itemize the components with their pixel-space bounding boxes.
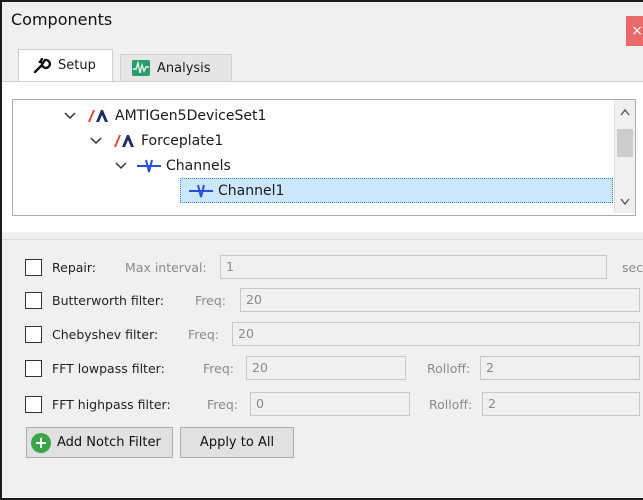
fft-highpass-freq-field[interactable]: 0	[250, 392, 410, 416]
tree-item-channel1[interactable]: Channel1	[180, 178, 613, 203]
fft-lowpass-row: FFT lowpass filter: Freq: 20 Rolloff: 2	[2, 356, 643, 382]
tree-scrollbar[interactable]	[614, 100, 635, 213]
chevron-down-icon[interactable]	[114, 159, 128, 173]
fft-lowpass-freq-field[interactable]: 20	[246, 356, 406, 380]
fft-lowpass-rolloff-field[interactable]: 2	[480, 356, 640, 380]
tab-analysis-label: Analysis	[157, 60, 211, 76]
tab-setup[interactable]: Setup	[18, 49, 113, 81]
tree-item-label: AMTIGen5DeviceSet1	[115, 107, 267, 124]
freq-label: Freq:	[207, 397, 238, 412]
add-notch-filter-button[interactable]: + Add Notch Filter	[26, 427, 173, 458]
chebyshev-freq-field[interactable]: 20	[232, 322, 640, 346]
signal-icon	[137, 158, 161, 174]
max-interval-field[interactable]: 1	[220, 255, 607, 279]
fft-highpass-row: FFT highpass filter: Freq: 0 Rolloff: 2	[2, 392, 643, 418]
fft-lowpass-label: FFT lowpass filter:	[52, 361, 165, 376]
fft-highpass-label: FFT highpass filter:	[52, 397, 171, 412]
title-bar: Components ×	[2, 2, 643, 46]
scroll-down-icon[interactable]	[615, 191, 635, 211]
scroll-thumb[interactable]	[617, 129, 633, 157]
close-button[interactable]: ×	[626, 16, 643, 46]
wrench-icon	[33, 57, 51, 74]
freq-label: Freq:	[195, 293, 226, 308]
tree-item-forceplate[interactable]: Forceplate1	[89, 128, 223, 153]
tree-item-channels[interactable]: Channels	[114, 153, 231, 178]
window-title: Components	[11, 10, 113, 29]
chebyshev-label: Chebyshev filter:	[52, 327, 159, 342]
plus-circle-icon: +	[31, 432, 51, 453]
repair-checkbox[interactable]	[25, 259, 42, 276]
repair-row: Repair: Max interval: 1 sec	[2, 255, 643, 281]
close-icon: ×	[631, 23, 643, 39]
amti-logo-icon	[86, 108, 110, 124]
waveform-icon	[132, 60, 150, 76]
repair-label: Repair:	[52, 260, 97, 275]
fft-highpass-rolloff-field[interactable]: 2	[482, 392, 640, 416]
component-tree[interactable]: AMTIGen5DeviceSet1 Forceplate1 Channels …	[12, 99, 636, 216]
rolloff-label: Rolloff:	[429, 397, 473, 412]
tab-bar: Setup Analysis	[2, 49, 643, 81]
fft-highpass-checkbox[interactable]	[25, 396, 42, 413]
signal-icon	[189, 183, 213, 199]
apply-to-all-label: Apply to All	[199, 435, 275, 450]
apply-to-all-button[interactable]: Apply to All	[180, 427, 294, 458]
setup-panel: AMTIGen5DeviceSet1 Forceplate1 Channels …	[2, 81, 643, 232]
tab-setup-label: Setup	[58, 58, 96, 73]
freq-label: Freq:	[203, 361, 234, 376]
sec-unit-label: sec	[622, 260, 643, 275]
tree-item-label: Channels	[166, 157, 231, 174]
chevron-down-icon[interactable]	[89, 134, 103, 148]
butterworth-freq-field[interactable]: 20	[240, 288, 640, 312]
tree-item-device-set[interactable]: AMTIGen5DeviceSet1	[63, 103, 266, 128]
freq-label: Freq:	[188, 327, 219, 342]
butterworth-checkbox[interactable]	[25, 292, 42, 309]
butterworth-label: Butterworth filter:	[52, 293, 165, 308]
components-window: Components × Setup Analysis AMTIGen5Devi…	[0, 0, 643, 500]
tree-item-label: Channel1	[218, 182, 285, 199]
divider	[2, 239, 643, 240]
scroll-up-icon[interactable]	[615, 102, 635, 122]
tree-item-label: Forceplate1	[141, 132, 224, 149]
chebyshev-checkbox[interactable]	[25, 326, 42, 343]
max-interval-label: Max interval:	[125, 260, 207, 275]
chevron-down-icon[interactable]	[63, 109, 77, 123]
rolloff-label: Rolloff:	[427, 361, 471, 376]
amti-logo-icon	[112, 133, 136, 149]
fft-lowpass-checkbox[interactable]	[25, 360, 42, 377]
add-notch-filter-label: Add Notch Filter	[57, 435, 161, 450]
tab-analysis[interactable]: Analysis	[120, 54, 232, 81]
butterworth-row: Butterworth filter: Freq: 20	[2, 288, 643, 314]
chebyshev-row: Chebyshev filter: Freq: 20	[2, 322, 643, 348]
